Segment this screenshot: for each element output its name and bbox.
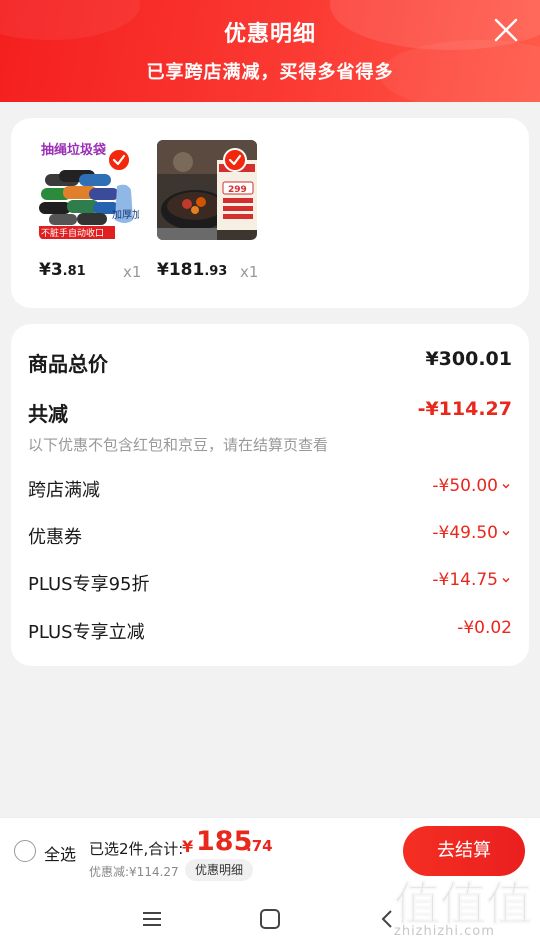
select-all-label[interactable]: 全选 (44, 841, 76, 865)
discount-detail-button[interactable]: 优惠明细 (185, 859, 254, 881)
watermark-glyph: 值 (440, 877, 486, 931)
total-amount-int: 185 (196, 826, 253, 857)
total-currency: ¥ (182, 837, 194, 856)
product-thumb-caption: 抽绳垃圾袋 (41, 142, 107, 158)
chevron-down-icon[interactable] (500, 574, 512, 586)
home-icon[interactable] (258, 907, 282, 931)
product-price-dec: .81 (62, 264, 86, 279)
product-price-dec: .93 (204, 264, 228, 279)
discount-label: 跨店满减 (28, 480, 100, 501)
discount-value-wrap: -¥14.75 (432, 570, 512, 590)
total-reduce-label: 共减 (28, 402, 68, 426)
total-price-label: 商品总价 (28, 352, 108, 376)
discount-summary-text: 优惠减:¥114.27 (89, 865, 179, 879)
select-all-checkbox[interactable] (14, 840, 36, 862)
checkout-button[interactable]: 去结算 (403, 826, 525, 876)
product-thumb-caption: 299 (228, 185, 247, 195)
discount-value-wrap: -¥49.50 (432, 523, 512, 543)
product-price-int: ¥3 (39, 260, 63, 280)
page-title: 优惠明细 (223, 22, 316, 47)
discount-value: -¥50.00 (432, 476, 498, 496)
discount-value: -¥0.02 (457, 618, 512, 638)
watermark-site-text: zhizhizhi.com (394, 924, 495, 939)
total-amount-dec: .74 (246, 837, 273, 855)
discount-row[interactable]: 跨店满减 -¥50.00 (28, 476, 512, 506)
discount-label: PLUS专享立减 (28, 622, 145, 643)
discount-value: -¥14.75 (432, 570, 498, 590)
product-quantity: x1 (123, 263, 142, 281)
total-reduce-value: -¥114.27 (417, 398, 512, 420)
discount-row: PLUS专享立减 -¥0.02 (28, 618, 512, 648)
product-thumb-caption: 不脏手自动收口 (41, 227, 104, 239)
selected-check-icon[interactable] (223, 148, 247, 172)
chevron-down-icon[interactable] (500, 527, 512, 539)
chevron-down-icon[interactable] (500, 480, 512, 492)
product-price-int: ¥181 (157, 260, 205, 280)
close-icon[interactable] (488, 12, 524, 48)
total-price-row: 商品总价 ¥300.01 (28, 348, 512, 378)
summary-card: 商品总价 ¥300.01 共减 -¥114.27 以下优惠不包含红包和京豆，请在… (11, 324, 529, 666)
discount-label: PLUS专享95折 (28, 574, 150, 595)
product-price: ¥3.81 (39, 260, 86, 280)
page-subtitle: 已享跨店满减，买得多省得多 (146, 62, 394, 83)
product-quantity: x1 (240, 263, 259, 281)
discount-row[interactable]: 优惠券 -¥49.50 (28, 523, 512, 553)
menu-icon[interactable] (140, 907, 164, 931)
total-price-value: ¥300.01 (425, 348, 512, 370)
discount-note: 以下优惠不包含红包和京豆，请在结算页查看 (28, 436, 329, 454)
watermark-glyph: 值 (394, 877, 440, 931)
watermark-glyph: 值 (486, 877, 532, 931)
discount-label: 优惠券 (28, 527, 82, 548)
discount-value: -¥49.50 (432, 523, 498, 543)
discount-value-wrap: -¥50.00 (432, 476, 512, 496)
products-card: 抽绳垃圾袋 加厚加大 不脏手自动收口 ¥3.81 (11, 118, 529, 308)
header: 优惠明细 已享跨店满减，买得多省得多 (0, 0, 540, 102)
total-reduce-row: 共减 -¥114.27 (28, 398, 512, 428)
product-price: ¥181.93 (157, 260, 227, 280)
selected-check-icon[interactable] (107, 148, 131, 172)
product-thumb-caption: 加厚加大 (112, 208, 139, 221)
selected-count-text: 已选2件,合计: (89, 840, 184, 858)
discount-row[interactable]: PLUS专享95折 -¥14.75 (28, 570, 512, 600)
